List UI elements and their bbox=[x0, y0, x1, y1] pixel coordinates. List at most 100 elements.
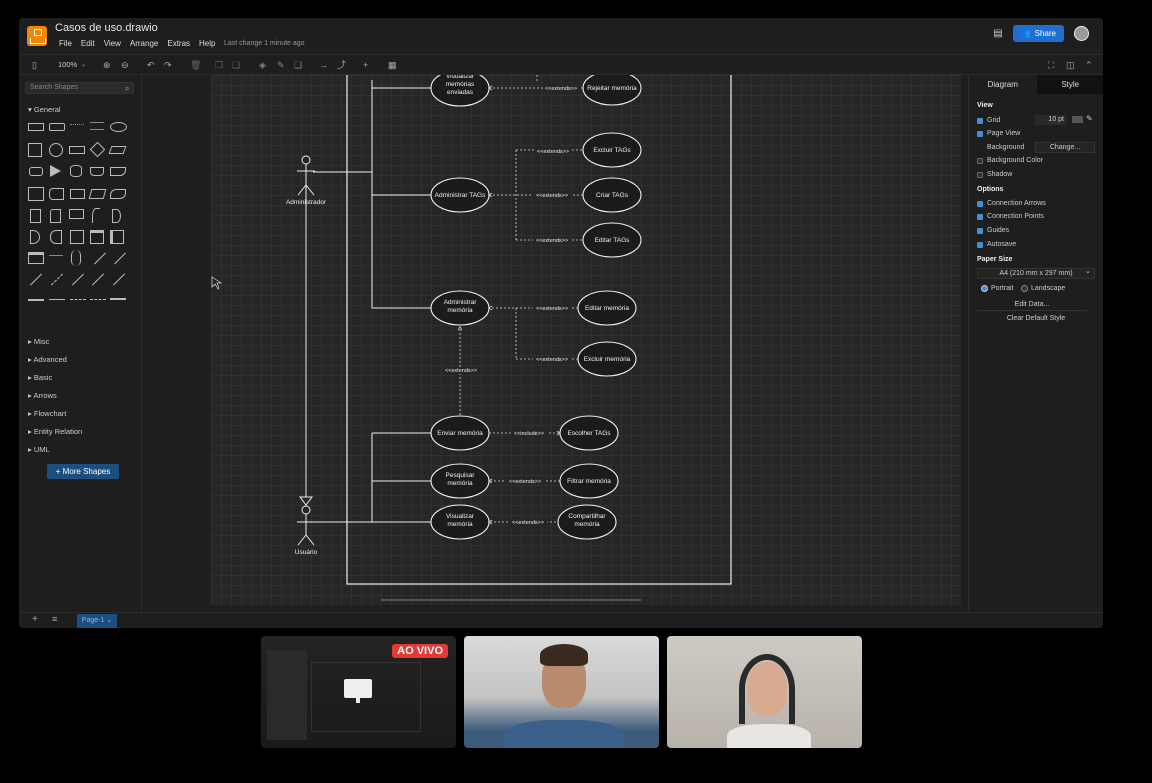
comments-icon[interactable]: ▤ bbox=[993, 28, 1002, 39]
shape-list[interactable] bbox=[28, 252, 44, 264]
shape-card[interactable] bbox=[50, 209, 61, 223]
horizontal-scrollbar[interactable] bbox=[381, 599, 641, 601]
shape-tape[interactable] bbox=[110, 189, 126, 199]
shape-ellipse[interactable] bbox=[110, 122, 127, 132]
section-advanced[interactable]: ▸ Advanced bbox=[28, 355, 67, 364]
screen-share-tile[interactable]: AO VIVO bbox=[261, 636, 456, 748]
shape-swimlane[interactable] bbox=[110, 230, 124, 244]
landscape-radio[interactable] bbox=[1021, 285, 1028, 292]
diagram-canvas[interactable]: <<extends>> <<extends>> <<extends>> <<ex… bbox=[211, 75, 961, 605]
background-color-checkbox[interactable] bbox=[977, 158, 983, 164]
to-front-icon[interactable]: ❐ bbox=[215, 60, 223, 70]
shape-page[interactable] bbox=[30, 209, 41, 223]
shape-cylinder[interactable] bbox=[70, 165, 82, 177]
section-general[interactable]: ▾ General bbox=[28, 105, 61, 114]
shape-internal-storage[interactable] bbox=[28, 187, 44, 201]
to-back-icon[interactable]: ❏ bbox=[232, 60, 240, 70]
shape-rectangle[interactable] bbox=[28, 123, 44, 131]
shape-trapezoid[interactable] bbox=[88, 189, 107, 199]
shadow-icon[interactable]: ❑ bbox=[294, 60, 302, 70]
share-button[interactable]: 👥 Share bbox=[1012, 25, 1064, 42]
actor-usuario[interactable] bbox=[297, 496, 315, 546]
connection-arrows-checkbox[interactable] bbox=[977, 201, 983, 207]
page-view-checkbox[interactable] bbox=[977, 131, 983, 137]
shape-text[interactable] bbox=[70, 124, 84, 128]
shape-textbox[interactable] bbox=[90, 122, 104, 130]
shadow-checkbox[interactable] bbox=[977, 172, 983, 178]
section-arrows[interactable]: ▸ Arrows bbox=[28, 391, 57, 400]
pages-menu-icon[interactable]: ≡ bbox=[52, 614, 57, 624]
shape-thick-line[interactable] bbox=[28, 299, 44, 301]
shape-arrow[interactable] bbox=[113, 252, 127, 265]
section-flowchart[interactable]: ▸ Flowchart bbox=[28, 409, 66, 418]
guides-checkbox[interactable] bbox=[977, 228, 983, 234]
add-page-icon[interactable]: + bbox=[32, 614, 38, 625]
shape-container[interactable] bbox=[70, 230, 84, 244]
tab-page-1[interactable]: Page-1 ⌄ bbox=[77, 614, 117, 628]
shape-data-storage[interactable] bbox=[50, 230, 62, 244]
tab-style[interactable]: Style bbox=[1036, 75, 1103, 94]
connection-icon[interactable]: → bbox=[319, 60, 328, 70]
shape-parallelogram[interactable] bbox=[108, 146, 127, 154]
shape-document[interactable] bbox=[110, 167, 126, 176]
grid-checkbox[interactable] bbox=[977, 118, 983, 124]
edit-icon[interactable]: ✎ bbox=[1086, 114, 1093, 123]
shape-triangle[interactable] bbox=[50, 165, 61, 177]
tab-diagram[interactable]: Diagram bbox=[969, 75, 1037, 94]
section-basic[interactable]: ▸ Basic bbox=[28, 373, 52, 382]
avatar[interactable] bbox=[1074, 26, 1089, 41]
menu-edit[interactable]: Edit bbox=[81, 39, 95, 48]
shape-bidirectional-arrow[interactable] bbox=[93, 252, 107, 265]
shape-actor[interactable] bbox=[92, 208, 100, 223]
portrait-radio[interactable] bbox=[981, 285, 988, 292]
shape-line[interactable] bbox=[29, 273, 43, 286]
line-color-icon[interactable]: ✎ bbox=[277, 60, 285, 70]
shape-process[interactable] bbox=[69, 146, 85, 154]
shape-hexagon[interactable] bbox=[29, 167, 43, 176]
menu-extras[interactable]: Extras bbox=[167, 39, 190, 48]
panel-icon[interactable]: ◫ bbox=[1066, 60, 1075, 70]
shape-callout[interactable] bbox=[69, 209, 84, 219]
last-change-status[interactable]: Last change 1 minute ago bbox=[224, 40, 305, 47]
menu-file[interactable]: File bbox=[59, 39, 72, 48]
waypoints-icon[interactable]: ⤴ bbox=[337, 60, 346, 70]
section-uml[interactable]: ▸ UML bbox=[28, 445, 50, 454]
grid-color-swatch[interactable] bbox=[1072, 116, 1083, 123]
fill-color-icon[interactable]: ◈ bbox=[259, 60, 266, 70]
undo-icon[interactable]: ↶ bbox=[147, 60, 155, 70]
zoom-select[interactable]: 100% bbox=[58, 60, 77, 70]
shape-list-item[interactable] bbox=[49, 255, 63, 261]
shape-note[interactable] bbox=[90, 167, 104, 176]
shape-directional-connector[interactable] bbox=[112, 273, 126, 286]
delete-icon[interactable]: 🗑 bbox=[190, 60, 201, 70]
shape-circle[interactable] bbox=[49, 143, 63, 157]
shape-square[interactable] bbox=[28, 143, 42, 157]
change-background-button[interactable]: Change... bbox=[1035, 142, 1095, 153]
menu-arrange[interactable]: Arrange bbox=[130, 39, 158, 48]
menu-help[interactable]: Help bbox=[199, 39, 215, 48]
participant-video-2[interactable] bbox=[667, 636, 862, 748]
shape-curve[interactable] bbox=[71, 250, 81, 266]
fullscreen-icon[interactable]: ⛶ bbox=[1048, 60, 1054, 70]
shape-diamond[interactable] bbox=[89, 141, 106, 158]
zoom-in-icon[interactable]: ⊕ bbox=[103, 60, 111, 70]
search-input[interactable]: Search Shapes bbox=[25, 82, 134, 94]
shape-link[interactable] bbox=[71, 273, 85, 286]
table-icon[interactable]: ▦ bbox=[388, 60, 397, 70]
search-icon[interactable]: ⌕ bbox=[125, 84, 138, 94]
shape-frame[interactable] bbox=[90, 230, 104, 244]
shape-dotted-line[interactable] bbox=[90, 299, 106, 300]
shape-cube[interactable] bbox=[49, 188, 64, 200]
connection-points-checkbox[interactable] bbox=[977, 214, 983, 220]
shape-bidirectional-line[interactable] bbox=[110, 298, 126, 300]
shape-rounded-rectangle[interactable] bbox=[49, 123, 65, 131]
edit-data-button[interactable]: Edit Data... bbox=[977, 299, 1087, 311]
shape-line-arrow[interactable] bbox=[49, 299, 65, 300]
format-panel-icon[interactable]: ▯ bbox=[32, 60, 37, 70]
file-name[interactable]: Casos de uso.drawio bbox=[55, 22, 158, 34]
collapse-icon[interactable]: ⌃ bbox=[1085, 60, 1093, 70]
shape-connector[interactable] bbox=[91, 273, 105, 286]
shape-dashed-arrow[interactable] bbox=[70, 299, 86, 300]
grid-size-input[interactable]: 10 pt bbox=[1035, 115, 1067, 125]
section-entity-relation[interactable]: ▸ Entity Relation bbox=[28, 427, 82, 436]
